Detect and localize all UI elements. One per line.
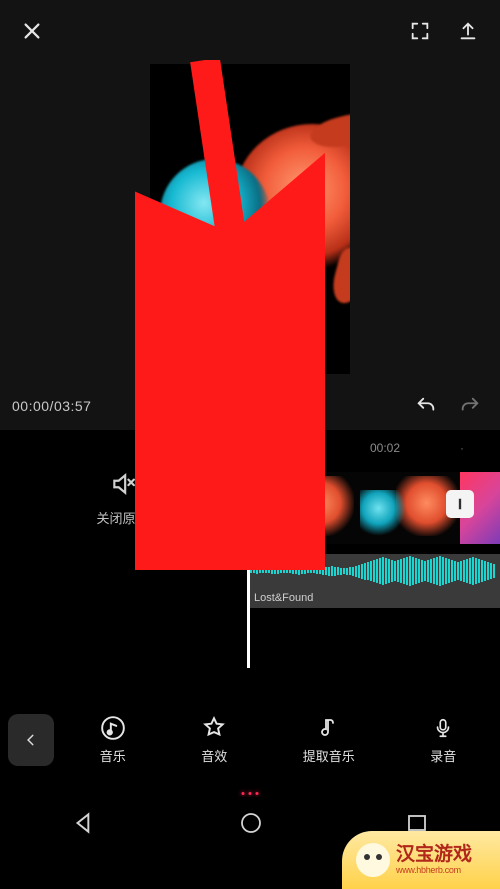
mute-original-button[interactable] [105,466,141,502]
record-tool-label: 录音 [430,746,456,765]
export-button[interactable] [450,13,486,49]
redo-button[interactable] [452,388,488,424]
ruler-mark: 00:02 [370,441,400,455]
transition-button[interactable] [446,490,474,518]
nav-home-button[interactable] [239,811,263,835]
watermark-mascot-icon [356,843,390,877]
watermark: 汉宝游戏 www.hbherb.com [342,831,500,889]
clip-thumbnail[interactable] [248,472,354,544]
preview-graphic-cyan [160,159,270,269]
preview-area[interactable] [0,62,500,382]
current-time: 00:00 [12,398,50,414]
fullscreen-button[interactable] [402,13,438,49]
record-tool[interactable]: 录音 [430,715,456,765]
duration: 03:57 [54,398,92,414]
audio-track[interactable]: Lost&Found [248,554,500,608]
extract-music-tool-label: 提取音乐 [303,746,355,765]
timeline[interactable]: 00:00 · 00:02 · 关闭原声 Lost&Found [0,430,500,710]
audio-clip-name: Lost&Found [254,591,313,605]
play-button[interactable] [232,388,268,424]
close-button[interactable] [14,13,50,49]
preview-frame [150,64,350,374]
watermark-url: www.hbherb.com [396,866,472,876]
music-tool-label: 音乐 [100,746,126,765]
ruler-mark: 00:00 [232,441,262,455]
mute-original-label: 关闭原声 [96,508,148,527]
undo-button[interactable] [408,388,444,424]
watermark-title: 汉宝游戏 [396,845,472,866]
sound-effect-tool-label: 音效 [201,746,227,765]
music-tool[interactable]: 音乐 [100,715,126,765]
clip-thumbnail[interactable] [354,472,460,544]
timecode: 00:00/03:57 [12,398,91,414]
indicator-dots [242,792,259,795]
playhead[interactable] [247,458,250,668]
sound-effect-tool[interactable]: 音效 [201,715,227,765]
time-ruler: 00:00 · 00:02 · [0,438,500,458]
back-button[interactable] [8,714,54,766]
nav-back-button[interactable] [71,810,97,836]
extract-music-tool[interactable]: 提取音乐 [303,715,355,765]
audio-waveform [248,554,500,588]
